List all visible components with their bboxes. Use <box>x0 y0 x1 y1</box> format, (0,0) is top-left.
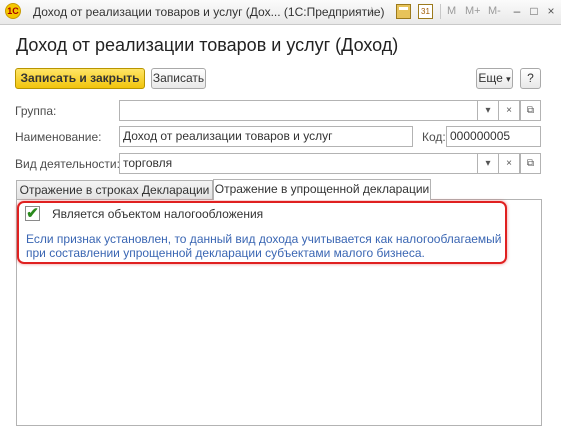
activity-open-icon[interactable]: ⧉ <box>520 153 541 174</box>
activity-clear-icon[interactable]: × <box>499 153 520 174</box>
calculator-icon[interactable] <box>396 4 411 19</box>
save-button[interactable]: Записать <box>151 68 206 89</box>
activity-field[interactable]: торговля <box>119 153 478 174</box>
more-menu-button[interactable]: Еще ▾ <box>476 68 513 89</box>
memory-button-m[interactable]: M <box>447 5 456 17</box>
memory-plus-button[interactable]: M+ <box>465 5 481 17</box>
group-dropdown-icon[interactable]: ▾ <box>478 100 499 121</box>
more-menu-label: Еще <box>478 71 503 85</box>
minimize-button[interactable]: – <box>509 3 525 20</box>
app-logo-icon: 1С <box>5 3 21 19</box>
save-and-close-button[interactable]: Записать и закрыть <box>15 68 145 89</box>
highlight-frame <box>17 201 507 264</box>
name-label: Наименование: <box>15 130 102 144</box>
form-title: Доход от реализации товаров и услуг (Дох… <box>16 35 399 55</box>
calendar-icon[interactable]: 31 <box>418 4 433 19</box>
activity-label: Вид деятельности: <box>15 157 120 171</box>
name-field[interactable]: Доход от реализации товаров и услуг <box>119 126 413 147</box>
chevron-down-icon: ▾ <box>506 74 511 84</box>
maximize-button[interactable]: □ <box>526 3 542 20</box>
close-button[interactable]: × <box>543 3 559 20</box>
tab-simplified-declaration[interactable]: Отражение в упрощенной декларации <box>213 179 431 200</box>
group-field[interactable] <box>119 100 478 121</box>
favorite-star-icon[interactable]: ☆ <box>366 4 378 20</box>
group-clear-icon[interactable]: × <box>499 100 520 121</box>
group-label: Группа: <box>15 104 57 118</box>
code-label: Код: <box>422 130 446 144</box>
group-open-icon[interactable]: ⧉ <box>520 100 541 121</box>
code-field[interactable]: 000000005 <box>446 126 541 147</box>
activity-dropdown-icon[interactable]: ▾ <box>478 153 499 174</box>
tab-declaration-lines[interactable]: Отражение в строках Декларации <box>16 180 213 200</box>
memory-minus-button[interactable]: M- <box>488 5 501 17</box>
toolbar-separator <box>440 4 441 19</box>
help-button[interactable]: ? <box>520 68 541 89</box>
window-titlebar: 1С Доход от реализации товаров и услуг (… <box>0 0 561 25</box>
window-title: Доход от реализации товаров и услуг (Дох… <box>33 5 385 19</box>
